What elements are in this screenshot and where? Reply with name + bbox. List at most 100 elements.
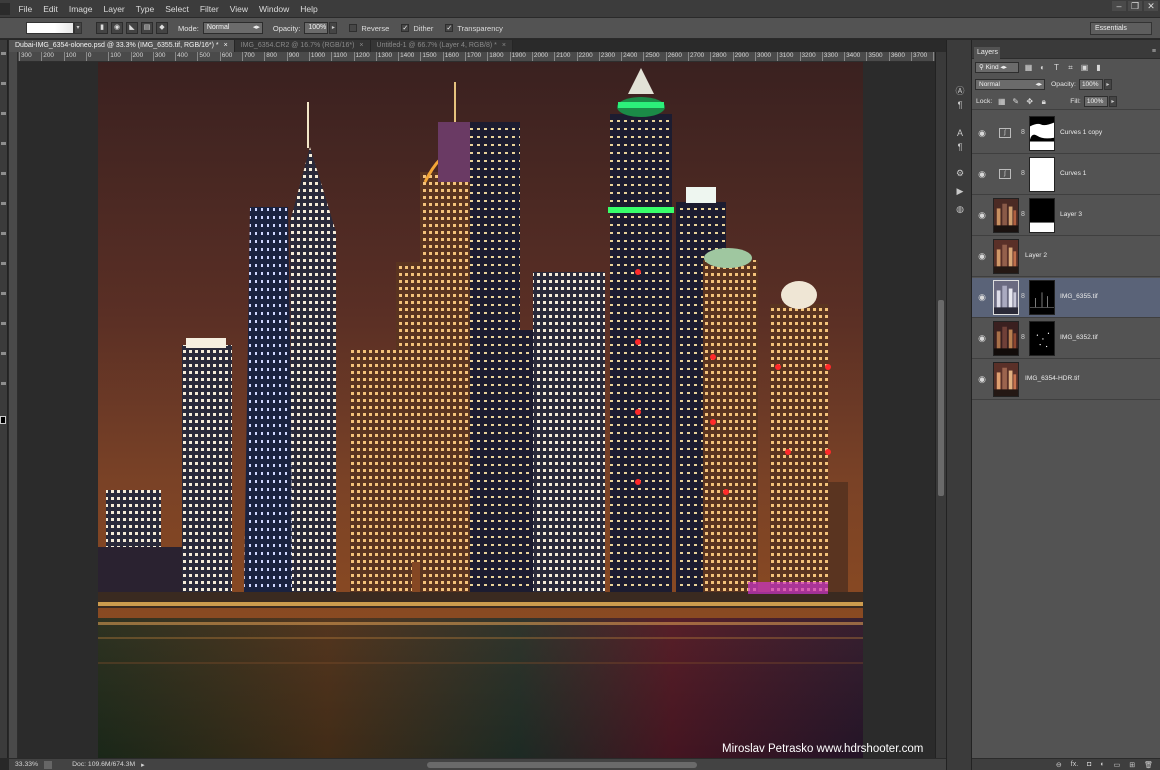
- menu-view[interactable]: View: [224, 4, 253, 14]
- foreground-color-swatch[interactable]: [0, 416, 6, 424]
- angle-gradient-button[interactable]: ◣: [126, 22, 138, 34]
- gradient-preview[interactable]: [26, 22, 74, 34]
- layer-name[interactable]: IMG_6355.tif: [1060, 293, 1098, 300]
- history-icon[interactable]: Ⓐ: [954, 86, 966, 96]
- close-icon[interactable]: ×: [359, 42, 363, 49]
- tool-presets-icon[interactable]: ⚙: [954, 168, 966, 178]
- paragraph-styles-icon[interactable]: ¶: [954, 142, 966, 152]
- link-layers-icon[interactable]: ⊖: [1056, 761, 1062, 769]
- opacity-input[interactable]: 100%: [304, 22, 329, 34]
- menu-filter[interactable]: Filter: [194, 4, 224, 14]
- eye-icon[interactable]: ◉: [977, 333, 987, 343]
- diamond-gradient-button[interactable]: ◆: [156, 22, 168, 34]
- reflected-gradient-button[interactable]: ▤: [141, 22, 153, 34]
- vertical-scrollbar[interactable]: [935, 52, 946, 758]
- layer-row-layer-2[interactable]: ◉ Layer 2: [972, 237, 1160, 277]
- layer-row-curves-1-copy[interactable]: ◉ ∫ 8 Curves 1 copy: [972, 114, 1160, 154]
- eye-icon[interactable]: ◉: [977, 210, 987, 220]
- layer-thumbnail[interactable]: [993, 280, 1019, 315]
- eye-icon[interactable]: ◉: [977, 374, 987, 384]
- layer-thumbnail[interactable]: [993, 321, 1019, 356]
- menu-layer[interactable]: Layer: [98, 4, 130, 14]
- tool-icon[interactable]: [1, 52, 6, 55]
- menu-file[interactable]: File: [13, 4, 38, 14]
- layer-row-layer-3[interactable]: ◉ 8 Layer 3: [972, 196, 1160, 236]
- layer-thumbnail[interactable]: [993, 362, 1019, 397]
- horizontal-scroll-thumb[interactable]: [427, 762, 697, 768]
- link-icon[interactable]: 8: [1021, 211, 1025, 218]
- paragraph-icon[interactable]: ¶: [954, 100, 966, 110]
- tool-icon[interactable]: [1, 202, 6, 205]
- layer-mask-thumbnail[interactable]: [1029, 116, 1055, 151]
- layer-name[interactable]: IMG_6354-HDR.tif: [1025, 375, 1079, 382]
- layer-opacity-arrow[interactable]: ▸: [1103, 79, 1112, 90]
- layer-name[interactable]: IMG_6352.tif: [1060, 334, 1098, 341]
- reverse-checkbox[interactable]: [349, 24, 358, 32]
- lock-all-icon[interactable]: 🔒︎: [1039, 97, 1048, 106]
- layer-thumbnail[interactable]: [993, 198, 1019, 233]
- radial-gradient-button[interactable]: ◉: [111, 22, 123, 34]
- blend-mode-select[interactable]: Normal ◂▸: [975, 79, 1045, 90]
- menu-edit[interactable]: Edit: [38, 4, 64, 14]
- tool-icon[interactable]: [1, 232, 6, 235]
- menu-select[interactable]: Select: [160, 4, 195, 14]
- lock-transparent-icon[interactable]: ▦: [997, 97, 1006, 106]
- doc-size[interactable]: Doc: 109.6M/674.3M: [72, 761, 135, 768]
- link-icon[interactable]: 8: [1021, 129, 1025, 136]
- layer-name[interactable]: Layer 3: [1060, 211, 1082, 218]
- tool-icon[interactable]: [1, 352, 6, 355]
- link-icon[interactable]: 8: [1021, 334, 1025, 341]
- export-icon[interactable]: [44, 760, 53, 769]
- tool-icon[interactable]: [1, 172, 6, 175]
- vertical-scroll-thumb[interactable]: [938, 300, 944, 496]
- tab-img-6354-cr2[interactable]: IMG_6354.CR2 @ 16.7% (RGB/16*) ×: [234, 40, 371, 52]
- layer-row-curves-1[interactable]: ◉ ∫ 8 Curves 1: [972, 155, 1160, 195]
- link-icon[interactable]: 8: [1021, 293, 1025, 300]
- fill-input[interactable]: 100%: [1083, 95, 1108, 107]
- fill-arrow[interactable]: ▸: [1108, 95, 1117, 107]
- layer-opacity-input[interactable]: 100%: [1078, 79, 1103, 90]
- layer-row-img-6355[interactable]: ◉ 8 IMG_6355.tif: [972, 278, 1160, 318]
- close-icon[interactable]: ×: [502, 42, 506, 49]
- tool-icon[interactable]: [1, 82, 6, 85]
- canvas-area[interactable]: [18, 62, 935, 758]
- layer-name[interactable]: Curves 1 copy: [1060, 129, 1102, 136]
- tool-icon[interactable]: [1, 322, 6, 325]
- tab-untitled-1[interactable]: Untitled-1 @ 66.7% (Layer 4, RGB/8) * ×: [370, 40, 513, 52]
- tool-icon[interactable]: [1, 142, 6, 145]
- mode-select[interactable]: Normal ◂▸: [202, 22, 263, 34]
- tab-dubai-psd[interactable]: Dubai-IMG_6354-oloneo.psd @ 33.3% (IMG_6…: [9, 40, 235, 52]
- transparency-checkbox[interactable]: ✓: [445, 24, 454, 32]
- close-button[interactable]: ✕: [1144, 1, 1158, 11]
- 3d-icon[interactable]: ◍: [954, 204, 966, 214]
- eye-icon[interactable]: ◉: [977, 128, 987, 138]
- opacity-arrow[interactable]: ▸: [329, 22, 338, 34]
- layer-name[interactable]: Curves 1: [1060, 170, 1086, 177]
- tool-icon[interactable]: [1, 382, 6, 385]
- gradient-picker-arrow[interactable]: ▾: [74, 22, 82, 34]
- tool-icon[interactable]: [1, 112, 6, 115]
- eye-icon[interactable]: ◉: [977, 169, 987, 179]
- filter-toggle-icon[interactable]: ▮: [1094, 63, 1103, 72]
- filter-kind-select[interactable]: ⚲ Kind ◂▸: [975, 62, 1019, 73]
- panel-menu-icon[interactable]: ≡: [1152, 48, 1156, 55]
- layer-mask-thumbnail[interactable]: [1029, 280, 1055, 315]
- dubai-skyline-photo[interactable]: [98, 62, 863, 758]
- linear-gradient-button[interactable]: ▮: [96, 22, 108, 34]
- layer-thumbnail[interactable]: [993, 239, 1019, 274]
- fx-icon[interactable]: fx.: [1071, 761, 1078, 768]
- eye-icon[interactable]: ◉: [977, 292, 987, 302]
- add-mask-icon[interactable]: ◘: [1087, 761, 1091, 768]
- layer-mask-thumbnail[interactable]: [1029, 198, 1055, 233]
- type-filter-icon[interactable]: T: [1052, 63, 1061, 72]
- menu-image[interactable]: Image: [63, 4, 98, 14]
- layer-mask-thumbnail[interactable]: [1029, 157, 1055, 192]
- lock-position-icon[interactable]: ✥: [1025, 97, 1034, 106]
- close-icon[interactable]: ×: [224, 42, 228, 49]
- group-icon[interactable]: ▭: [1114, 761, 1121, 769]
- tool-icon[interactable]: [1, 262, 6, 265]
- trash-icon[interactable]: 🗑︎: [1144, 761, 1153, 769]
- minimize-button[interactable]: –: [1112, 1, 1126, 11]
- smart-object-filter-icon[interactable]: ▣: [1080, 63, 1089, 72]
- shape-filter-icon[interactable]: ⌗: [1066, 63, 1075, 72]
